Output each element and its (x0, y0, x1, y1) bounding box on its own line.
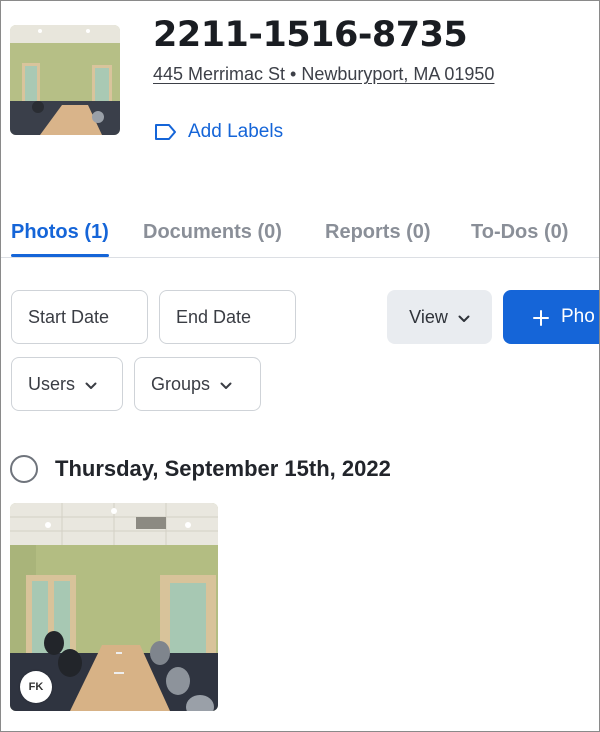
active-tab-indicator (11, 254, 109, 257)
add-photo-label: Pho (561, 306, 595, 327)
tab-todos[interactable]: To-Dos (0) (471, 221, 568, 244)
groups-label: Groups (151, 373, 211, 394)
start-date-input[interactable]: Start Date (11, 290, 148, 344)
plus-icon (533, 304, 549, 330)
label-tag-icon (154, 123, 178, 141)
chevron-down-icon (85, 374, 97, 395)
tab-reports[interactable]: Reports (0) (325, 221, 431, 244)
project-thumbnail[interactable] (10, 25, 120, 135)
project-address-link[interactable]: 445 Merrimac St • Newburyport, MA 01950 (153, 64, 494, 85)
conference-room-photo-icon (10, 25, 120, 135)
tab-photos[interactable]: Photos (1) (11, 221, 109, 244)
tab-documents[interactable]: Documents (0) (143, 221, 282, 244)
end-date-input[interactable]: End Date (159, 290, 296, 344)
photo-thumbnail[interactable]: FK (10, 503, 218, 711)
view-dropdown-button[interactable]: View (387, 290, 492, 344)
add-photo-button[interactable]: Pho (503, 290, 599, 344)
chevron-down-icon (220, 374, 232, 395)
chevron-down-icon (458, 307, 470, 328)
uploader-avatar: FK (20, 671, 52, 703)
groups-dropdown[interactable]: Groups (134, 357, 261, 411)
end-date-placeholder: End Date (176, 306, 252, 327)
date-group-heading: Thursday, September 15th, 2022 (55, 456, 391, 481)
users-label: Users (28, 373, 76, 394)
tab-bar: Photos (1) Documents (0) Reports (0) To-… (1, 213, 599, 258)
add-labels-label: Add Labels (188, 121, 284, 142)
start-date-placeholder: Start Date (28, 306, 110, 327)
users-dropdown[interactable]: Users (11, 357, 123, 411)
add-labels-button[interactable]: Add Labels (154, 119, 283, 145)
view-label: View (409, 306, 448, 327)
select-date-group-checkbox[interactable] (10, 455, 38, 483)
project-title: 2211-1516-8735 (153, 15, 468, 55)
app-frame: 2211-1516-8735 445 Merrimac St • Newbury… (0, 0, 600, 732)
